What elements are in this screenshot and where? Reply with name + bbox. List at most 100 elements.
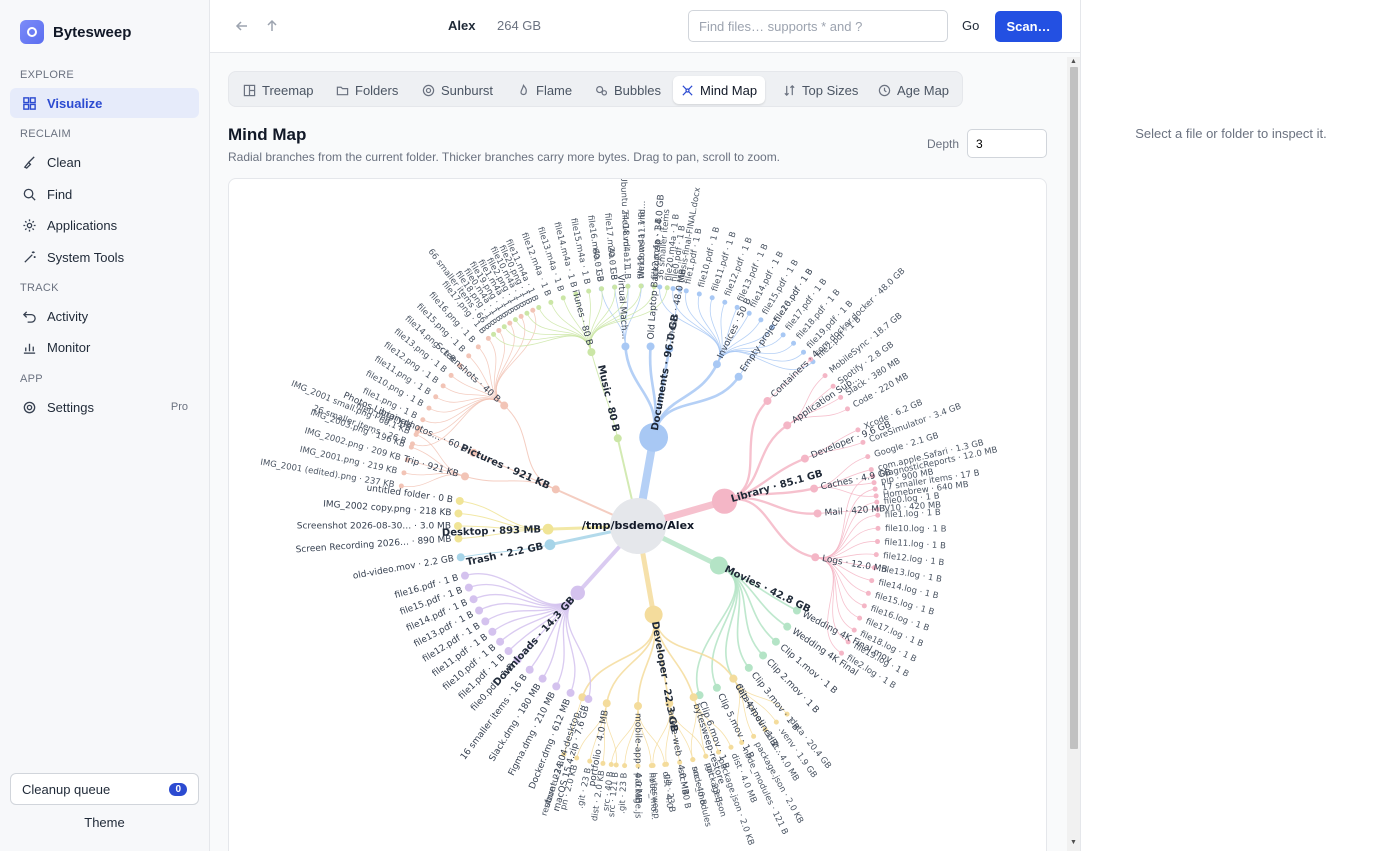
leaf-node[interactable]	[861, 603, 867, 609]
child-node[interactable]	[488, 627, 497, 636]
child-node[interactable]	[634, 702, 642, 710]
go-button[interactable]: Go	[962, 18, 979, 33]
leaf-node[interactable]	[409, 441, 415, 447]
child-node[interactable]	[744, 663, 753, 672]
up-arrow-icon[interactable]	[263, 17, 281, 35]
leaf-node[interactable]	[475, 344, 481, 350]
leaf-node[interactable]	[420, 417, 426, 423]
cleanup-queue-button[interactable]: Cleanup queue 0	[10, 773, 199, 805]
tab-mind-map[interactable]: Mind Map	[673, 76, 766, 104]
leaf-node[interactable]	[448, 372, 454, 378]
branch-node[interactable]	[542, 523, 554, 535]
child-node[interactable]	[813, 509, 822, 518]
child-node[interactable]	[525, 665, 534, 674]
leaf-node[interactable]	[696, 291, 702, 297]
branch-node[interactable]	[544, 539, 556, 551]
child-node[interactable]	[810, 484, 819, 493]
leaf-node[interactable]	[869, 578, 875, 584]
leaf-node[interactable]	[530, 307, 536, 313]
back-arrow-icon[interactable]	[233, 17, 251, 35]
leaf-node[interactable]	[709, 295, 715, 301]
leaf-node[interactable]	[512, 317, 518, 323]
leaf-node[interactable]	[440, 383, 446, 389]
branch-link[interactable]	[412, 398, 505, 447]
leaf-node[interactable]	[560, 295, 566, 301]
leaf-node[interactable]	[865, 454, 871, 460]
tab-sunburst[interactable]: Sunburst	[414, 76, 501, 104]
child-node[interactable]	[475, 606, 484, 615]
leaf-node[interactable]	[845, 406, 851, 412]
child-node[interactable]	[734, 372, 743, 381]
child-node[interactable]	[566, 688, 575, 697]
tab-age-map[interactable]: Age Map	[870, 76, 957, 104]
sidebar-item-applications[interactable]: Applications	[10, 210, 199, 240]
leaf-node[interactable]	[401, 470, 407, 476]
leaf-node[interactable]	[664, 285, 670, 291]
branch-link[interactable]	[581, 613, 656, 699]
child-node[interactable]	[800, 454, 809, 463]
leaf-node[interactable]	[857, 615, 863, 621]
branch-link[interactable]	[814, 488, 876, 559]
leaf-node[interactable]	[822, 373, 828, 379]
child-node[interactable]	[584, 695, 593, 704]
leaf-node[interactable]	[874, 539, 880, 545]
scrollbar-thumb[interactable]	[1070, 67, 1078, 749]
child-node[interactable]	[460, 472, 469, 481]
sidebar-item-find[interactable]: Find	[10, 179, 199, 209]
mind-map-svg[interactable]: Documents · 96.0 GBVirtual Mach…60.0 GB 2…	[229, 179, 1047, 851]
child-node[interactable]	[712, 360, 721, 369]
leaf-node[interactable]	[496, 327, 502, 333]
child-node[interactable]	[455, 496, 464, 505]
child-node[interactable]	[811, 553, 820, 562]
scan-button[interactable]: Scan…	[995, 11, 1062, 42]
leaf-node[interactable]	[873, 493, 879, 499]
tab-flame[interactable]: Flame	[509, 76, 580, 104]
leaf-node[interactable]	[599, 286, 605, 292]
leaf-node[interactable]	[773, 719, 779, 725]
leaf-node[interactable]	[507, 320, 513, 326]
leaf-node[interactable]	[466, 353, 472, 359]
sidebar-item-monitor[interactable]: Monitor	[10, 332, 199, 362]
scroll-up-arrow-icon[interactable]: ▲	[1069, 58, 1078, 66]
leaf-node[interactable]	[728, 744, 734, 750]
leaf-node[interactable]	[751, 733, 757, 739]
leaf-node[interactable]	[613, 762, 619, 768]
child-node[interactable]	[646, 342, 655, 351]
branch-link[interactable]	[814, 514, 879, 559]
leaf-node[interactable]	[426, 405, 432, 411]
depth-input[interactable]	[967, 129, 1047, 158]
child-node[interactable]	[464, 583, 473, 592]
leaf-node[interactable]	[873, 552, 879, 558]
sidebar-item-settings[interactable]: Settings Pro	[10, 392, 199, 422]
leaf-node[interactable]	[491, 331, 497, 337]
sidebar-item-clean[interactable]: Clean	[10, 147, 199, 177]
leaf-node[interactable]	[780, 332, 786, 338]
child-node[interactable]	[759, 651, 768, 660]
child-node[interactable]	[496, 637, 505, 646]
child-node[interactable]	[469, 595, 478, 604]
branch-link[interactable]	[605, 613, 656, 705]
leaf-node[interactable]	[622, 763, 628, 769]
leaf-node[interactable]	[865, 590, 871, 596]
child-node[interactable]	[552, 682, 561, 691]
leaf-node[interactable]	[875, 525, 881, 531]
child-node[interactable]	[712, 683, 721, 692]
child-node[interactable]	[602, 699, 611, 708]
branch-link[interactable]	[503, 326, 592, 353]
leaf-node[interactable]	[524, 310, 530, 316]
leaf-node[interactable]	[638, 283, 644, 289]
leaf-node[interactable]	[722, 299, 728, 305]
leaf-node[interactable]	[791, 340, 797, 346]
branch-node[interactable]	[613, 434, 622, 443]
leaf-node[interactable]	[851, 627, 857, 633]
child-node[interactable]	[481, 617, 490, 626]
child-node[interactable]	[621, 342, 630, 351]
branch-link[interactable]	[723, 498, 817, 559]
theme-toggle[interactable]: Theme	[10, 815, 199, 830]
child-node[interactable]	[689, 693, 698, 702]
child-node[interactable]	[460, 571, 469, 580]
child-node[interactable]	[729, 674, 738, 683]
child-node[interactable]	[783, 622, 792, 631]
leaf-node[interactable]	[485, 335, 491, 341]
child-node[interactable]	[771, 637, 780, 646]
